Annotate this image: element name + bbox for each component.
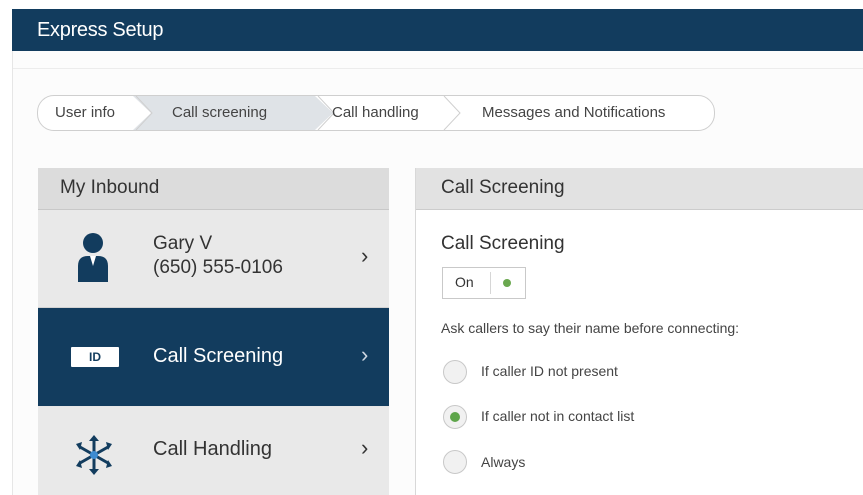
panel-title: Call Screening xyxy=(441,177,565,198)
step-call-handling[interactable]: Call handling xyxy=(332,96,419,130)
step-call-screening[interactable]: Call screening xyxy=(172,96,267,130)
panel-header: My Inbound xyxy=(38,168,389,210)
step-messages-notifications[interactable]: Messages and Notifications xyxy=(482,96,665,130)
panel-header: Call Screening xyxy=(416,168,863,210)
call-screening-toggle[interactable]: On xyxy=(442,267,526,299)
option-label: Always xyxy=(481,454,526,470)
step-user-info[interactable]: User info xyxy=(55,96,115,130)
user-phone: (650) 555-0106 xyxy=(153,257,283,278)
radio-if-caller-not-in-contact-list[interactable] xyxy=(443,405,467,429)
panel-title: My Inbound xyxy=(60,177,160,198)
call-handling-icon xyxy=(76,435,112,475)
option-label: If caller not in contact list xyxy=(481,408,635,424)
user-avatar-icon xyxy=(78,233,108,282)
toggle-divider xyxy=(490,272,491,294)
step-separator xyxy=(135,96,153,130)
radio-always[interactable] xyxy=(443,450,467,474)
inbound-item-label: Call Screening xyxy=(153,345,284,367)
screening-prompt: Ask callers to say their name before con… xyxy=(441,320,740,336)
radio-selected-dot xyxy=(450,412,460,422)
user-name: Gary V xyxy=(153,233,213,254)
inbound-item-label: Call Handling xyxy=(153,438,272,460)
toggle-label: On xyxy=(455,274,474,290)
toggle-status-dot-icon xyxy=(503,279,511,287)
inbound-item-call-handling[interactable]: Call Handling › xyxy=(38,407,389,495)
radio-if-caller-id-not-present[interactable] xyxy=(443,360,467,384)
top-bar: Express Setup xyxy=(12,9,863,51)
divider xyxy=(13,68,863,69)
inbound-item-call-screening[interactable]: ID Call Screening › xyxy=(38,308,389,406)
option-label: If caller ID not present xyxy=(481,363,618,379)
app-title: Express Setup xyxy=(37,19,164,41)
chevron-right-icon: › xyxy=(361,342,369,367)
chevron-right-icon: › xyxy=(361,435,369,460)
chevron-right-icon: › xyxy=(361,243,369,268)
section-title: Call Screening xyxy=(441,233,565,254)
breadcrumb: User info Call screening Call handling M… xyxy=(37,95,715,131)
user-row[interactable]: Gary V (650) 555-0106 › xyxy=(38,210,389,308)
call-screening-panel: Call Screening Call Screening On Ask cal… xyxy=(415,168,863,495)
step-separator xyxy=(443,96,461,130)
my-inbound-panel: My Inbound Gary V (650) 555-0106 › ID Ca… xyxy=(38,168,389,495)
id-badge-icon: ID xyxy=(71,347,119,367)
